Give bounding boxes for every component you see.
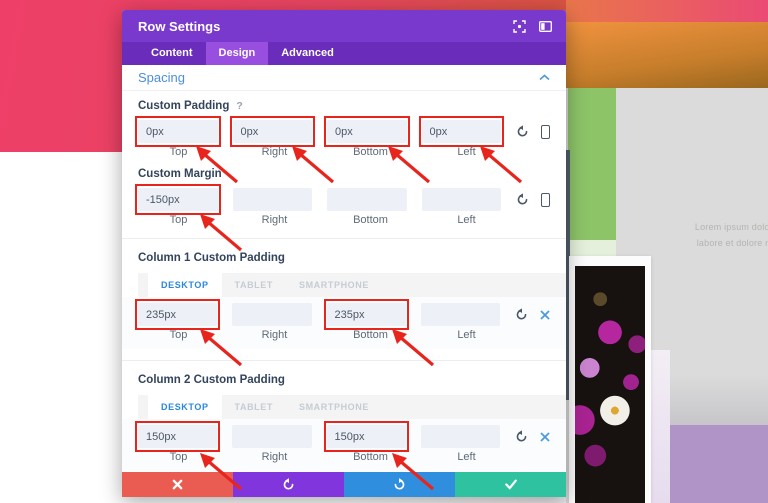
modal-tab-bar: Content Design Advanced <box>122 42 566 65</box>
divider <box>122 238 566 239</box>
col2-padding-bottom-input[interactable] <box>326 425 406 448</box>
margin-right-input[interactable] <box>232 188 312 211</box>
close-icon[interactable] <box>540 309 550 320</box>
undo-button[interactable] <box>233 472 344 497</box>
field-label: Left <box>457 146 476 158</box>
col2-padding-right-input[interactable] <box>232 425 312 448</box>
field-label: Bottom <box>353 214 388 226</box>
group-label: Column 2 Custom Padding <box>138 374 285 386</box>
field-label: Bottom <box>353 451 388 463</box>
device-tab-smartphone[interactable]: SMARTPHONE <box>286 273 382 297</box>
margin-left-input[interactable] <box>421 188 501 211</box>
col2-padding-top-input[interactable] <box>138 425 218 448</box>
field-label: Right <box>261 146 288 158</box>
modal-header: Row Settings <box>122 10 566 42</box>
device-tab-desktop[interactable]: DESKTOP <box>148 273 222 297</box>
save-button[interactable] <box>455 472 566 497</box>
chevron-up-icon <box>539 74 550 81</box>
field-label: Right <box>261 451 288 463</box>
dock-icon[interactable] <box>539 20 552 32</box>
padding-top-input[interactable] <box>138 120 218 143</box>
field-label: Top <box>169 451 188 463</box>
col1-padding-left-input[interactable] <box>420 303 500 326</box>
check-icon <box>504 479 517 490</box>
field-label: Left <box>457 214 476 226</box>
help-icon[interactable]: ? <box>236 100 242 112</box>
screenshot-stage: Lorem ipsum dolor sit labore et dolore m… <box>0 0 768 503</box>
tab-design[interactable]: Design <box>205 42 269 65</box>
reset-icon[interactable] <box>516 125 529 138</box>
bg-lavender-strip <box>650 350 670 503</box>
padding-right-input[interactable] <box>232 120 312 143</box>
col1-padding-top-input[interactable] <box>138 303 218 326</box>
bg-lavender-block <box>670 425 768 503</box>
phone-icon[interactable] <box>541 192 550 207</box>
divider <box>122 360 566 361</box>
field-label: Top <box>169 146 188 158</box>
margin-bottom-input[interactable] <box>327 188 407 211</box>
field-label: Top <box>169 214 188 226</box>
flower-photo <box>575 266 645 503</box>
custom-margin-group: Custom Margin Top Right Bottom Left <box>122 168 566 227</box>
field-label: Top <box>169 329 188 341</box>
device-tab-tablet[interactable]: TABLET <box>222 395 286 419</box>
bg-paragraph-line: Lorem ipsum dolor sit <box>694 222 768 232</box>
section-title: Spacing <box>138 70 185 85</box>
spacing-section-toggle[interactable]: Spacing <box>122 65 566 91</box>
device-tab-tablet[interactable]: TABLET <box>222 273 286 297</box>
field-label: Bottom <box>353 146 388 158</box>
column1-padding-group: Column 1 Custom Padding DESKTOP TABLET S… <box>122 252 566 349</box>
tab-content[interactable]: Content <box>138 42 206 65</box>
col2-padding-left-input[interactable] <box>420 425 500 448</box>
padding-bottom-input[interactable] <box>327 120 407 143</box>
group-label: Column 1 Custom Padding <box>138 252 285 264</box>
field-label: Bottom <box>353 329 388 341</box>
expand-icon[interactable] <box>513 19 526 33</box>
close-icon[interactable] <box>540 431 550 442</box>
modal-title: Row Settings <box>138 18 221 34</box>
cancel-button[interactable] <box>122 472 233 497</box>
col1-padding-right-input[interactable] <box>232 303 312 326</box>
column2-padding-group: Column 2 Custom Padding DESKTOP TABLET S… <box>122 374 566 471</box>
field-label: Right <box>261 329 288 341</box>
device-tab-desktop[interactable]: DESKTOP <box>148 395 222 419</box>
field-label: Left <box>457 451 476 463</box>
bg-grey-shade <box>655 375 768 425</box>
bg-green-accent <box>568 88 616 240</box>
row-settings-modal: Row Settings Content Design Advanced Spa… <box>122 10 566 497</box>
bg-paragraph: Lorem ipsum dolor sit labore et dolore m… <box>655 219 768 251</box>
modal-footer <box>122 472 566 497</box>
col1-padding-bottom-input[interactable] <box>326 303 406 326</box>
padding-left-input[interactable] <box>421 120 501 143</box>
phone-icon[interactable] <box>541 124 550 139</box>
redo-icon <box>394 478 405 490</box>
redo-button[interactable] <box>344 472 455 497</box>
reset-icon[interactable] <box>516 193 529 206</box>
bg-top-gradient-strip <box>566 0 768 22</box>
device-tab-smartphone[interactable]: SMARTPHONE <box>286 395 382 419</box>
bg-paragraph-line: labore et dolore mag <box>696 238 768 248</box>
bg-orange-band <box>566 22 768 88</box>
margin-top-input[interactable] <box>138 188 218 211</box>
custom-padding-group: Custom Padding? Top Right Bottom Left <box>122 100 566 159</box>
reset-icon[interactable] <box>515 308 528 321</box>
undo-icon <box>283 478 294 490</box>
device-tab-bar: DESKTOP TABLET SMARTPHONE <box>138 273 566 297</box>
group-label: Custom Margin <box>138 168 222 180</box>
field-label: Left <box>457 329 476 341</box>
reset-icon[interactable] <box>515 430 528 443</box>
x-icon <box>172 479 183 490</box>
tab-advanced[interactable]: Advanced <box>268 42 347 65</box>
group-label: Custom Padding? <box>138 100 243 112</box>
field-label: Right <box>261 214 288 226</box>
device-tab-bar: DESKTOP TABLET SMARTPHONE <box>138 395 566 419</box>
